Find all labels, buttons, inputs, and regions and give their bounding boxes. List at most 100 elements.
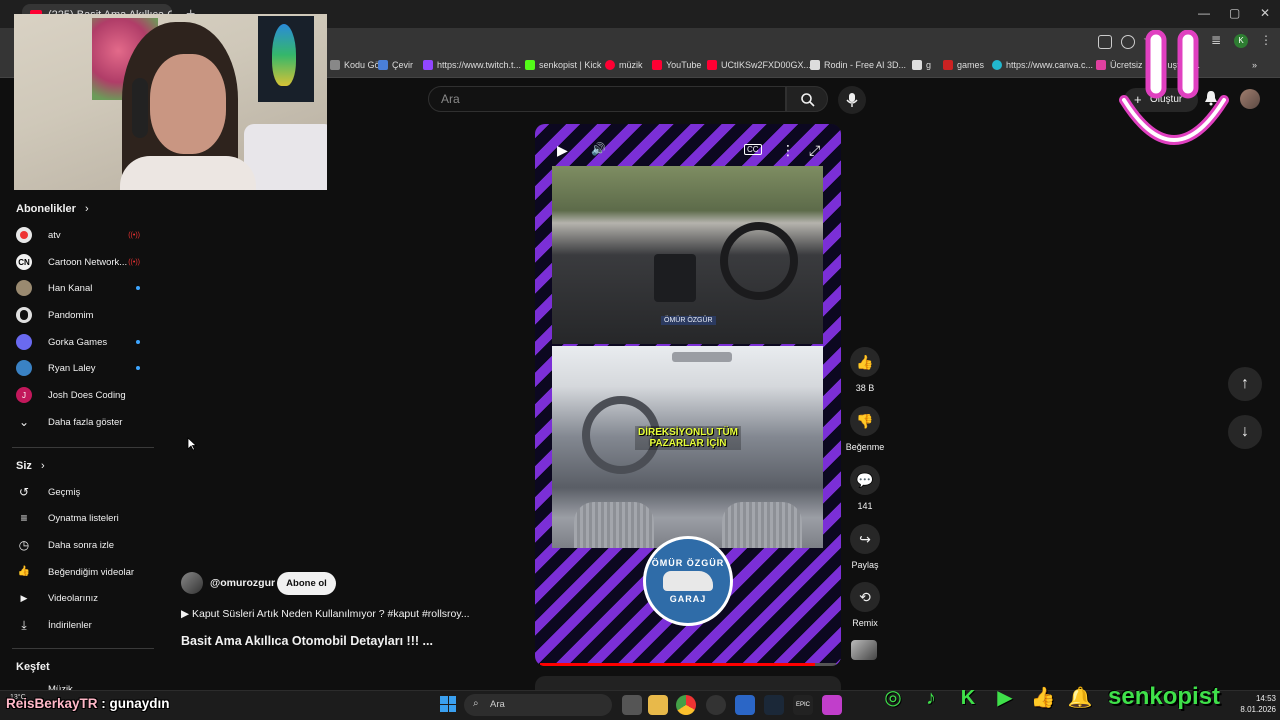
- dislike-button[interactable]: 👎 Beğenme: [835, 406, 895, 452]
- obs-icon[interactable]: [822, 695, 842, 715]
- playlists-icon: ≡: [20, 511, 28, 525]
- bookmarks-overflow-button[interactable]: »: [1252, 60, 1257, 70]
- play-button[interactable]: ▶: [557, 142, 568, 159]
- next-short-preview[interactable]: [535, 676, 841, 690]
- epic-games-icon[interactable]: EPIC: [793, 695, 813, 715]
- minimize-button[interactable]: —: [1198, 6, 1210, 20]
- explore-heading: Keşfet: [16, 661, 50, 673]
- bookmark-item[interactable]: games: [943, 60, 984, 70]
- streamer-brand-name: senkopist: [1108, 683, 1221, 710]
- logo-bottom-text: GARAJ: [669, 594, 707, 604]
- file-explorer-icon[interactable]: [648, 695, 668, 715]
- related-video-link[interactable]: ▶ Kaput Süsleri Artık Neden Kullanılmıyo…: [181, 608, 470, 620]
- watch-later-icon: ◷: [18, 538, 30, 552]
- bookmark-favicon-icon: [810, 60, 820, 70]
- windows-start-icon[interactable]: [440, 696, 456, 712]
- bookmark-favicon-icon: [525, 60, 535, 70]
- bookmark-item[interactable]: senkopist | Kick: [525, 60, 601, 70]
- stream-pause-logo-icon: [1119, 30, 1229, 145]
- maximize-button[interactable]: ▢: [1229, 6, 1240, 20]
- sidebar-item-han-kanal[interactable]: Han Kanal: [16, 278, 140, 298]
- taskbar-search-input[interactable]: ⌕ Ara: [464, 694, 612, 716]
- sidebar-item-liked-videos[interactable]: 👍 Beğendiğim videolar: [16, 562, 140, 582]
- share-icon: ↪: [850, 524, 880, 554]
- clock-time: 14:53: [1255, 694, 1276, 703]
- remix-button[interactable]: ⟲ Remix: [835, 582, 895, 628]
- close-window-button[interactable]: ✕: [1260, 6, 1270, 20]
- task-view-icon[interactable]: [622, 695, 642, 715]
- you-heading[interactable]: Siz ›: [16, 460, 45, 472]
- video-watermark-text: ÖMÜR ÖZGÜR: [661, 316, 716, 325]
- voice-search-button[interactable]: [838, 86, 866, 114]
- bookmark-item[interactable]: g: [912, 60, 931, 70]
- sidebar-item-your-videos[interactable]: ▶ Videolarınız: [16, 588, 140, 608]
- chat-text: : gunaydın: [97, 696, 170, 711]
- sidebar-item-ryan-laley[interactable]: Ryan Laley: [16, 358, 140, 378]
- chrome-icon[interactable]: [676, 695, 696, 715]
- comments-button[interactable]: 💬 141: [835, 465, 895, 511]
- your-videos-icon: ▶: [20, 593, 28, 603]
- show-more-button[interactable]: ⌄ Daha fazla göster: [16, 412, 140, 432]
- bookmark-item[interactable]: UCtIKSw2FXD00GX...: [707, 60, 811, 70]
- subscribe-button[interactable]: Abone ol: [277, 572, 336, 595]
- steam-icon[interactable]: [764, 695, 784, 715]
- sidebar-item-playlists[interactable]: ≡ Oynatma listeleri: [16, 508, 140, 528]
- sidebar-item-josh-does-coding[interactable]: J Josh Does Coding: [16, 385, 140, 405]
- sidebar-item-pandomim[interactable]: Pandomim: [16, 305, 140, 325]
- bookmark-favicon-icon: [1096, 60, 1106, 70]
- bookmark-item[interactable]: YouTube: [652, 60, 701, 70]
- chat-username: ReisBerkayTR: [6, 696, 98, 711]
- next-short-button[interactable]: ↓: [1228, 415, 1262, 449]
- bookmark-item[interactable]: müzik: [605, 60, 643, 70]
- subscriptions-heading[interactable]: Abonelikler ›: [16, 203, 89, 215]
- channel-handle[interactable]: @omurozgur: [210, 577, 275, 589]
- cast-icon[interactable]: [1098, 35, 1112, 49]
- share-button[interactable]: ↪ Paylaş: [835, 524, 895, 570]
- system-clock[interactable]: 14:53 8.01.2026: [1232, 693, 1276, 715]
- sidebar-item-downloads[interactable]: ⤓ İndirilenler: [16, 615, 140, 635]
- profile-avatar[interactable]: K: [1234, 34, 1248, 48]
- bookmark-favicon-icon: [378, 60, 388, 70]
- like-button[interactable]: 👍 38 B: [835, 347, 895, 393]
- fullscreen-button[interactable]: ⤢: [809, 142, 820, 159]
- car-emblem-icon: [663, 571, 713, 591]
- search-input[interactable]: Ara: [428, 86, 786, 112]
- channel-avatar[interactable]: [181, 572, 203, 594]
- sidebar-item-atv[interactable]: atv ((•)): [16, 225, 140, 245]
- store-icon[interactable]: [735, 695, 755, 715]
- sound-thumbnail[interactable]: [851, 640, 877, 660]
- sidebar-item-cartoon-network[interactable]: CN Cartoon Network... ((•)): [16, 252, 140, 272]
- stream-chat-message: ReisBerkayTR : gunaydın: [6, 696, 170, 711]
- comment-count: 141: [857, 501, 873, 511]
- browser-menu-icon[interactable]: ⋮: [1260, 33, 1272, 47]
- rearview-mirror: [672, 352, 732, 362]
- search-button[interactable]: [786, 86, 828, 112]
- mouse-cursor-icon: [187, 437, 197, 451]
- sidebar-item-gorka-games[interactable]: Gorka Games: [16, 332, 140, 352]
- bookmark-favicon-icon: [992, 60, 1002, 70]
- bookmark-item[interactable]: https://www.canva.c...: [992, 60, 1093, 70]
- search-icon: ⌕: [473, 698, 479, 709]
- more-options-button[interactable]: ⋮: [781, 142, 795, 159]
- chevron-down-icon: ⌄: [18, 415, 30, 429]
- channel-avatar-atv: [16, 227, 32, 243]
- volume-button[interactable]: 🔊: [591, 142, 606, 156]
- bookmark-item[interactable]: Çevir: [378, 60, 413, 70]
- share-label: Paylaş: [851, 560, 879, 570]
- chevron-right-icon: ›: [84, 203, 89, 215]
- sidebar-item-history[interactable]: ↺ Geçmiş: [16, 482, 140, 502]
- progress-bar-fill: [540, 663, 815, 666]
- instagram-icon: ◎: [884, 687, 902, 709]
- sidebar-item-watch-later[interactable]: ◷ Daha sonra izle: [16, 535, 140, 555]
- bookmark-item[interactable]: https://www.twitch.t...: [423, 60, 521, 70]
- captions-button[interactable]: CC: [744, 144, 762, 155]
- previous-short-button[interactable]: ↑: [1228, 367, 1262, 401]
- logo-top-text: ÖMÜR ÖZGÜR: [651, 558, 725, 568]
- account-avatar[interactable]: [1240, 89, 1260, 109]
- short-title[interactable]: Basit Ama Akıllıca Otomobil Detayları !!…: [181, 634, 433, 648]
- chevron-right-icon: ›: [40, 460, 45, 472]
- remix-label: Remix: [852, 618, 878, 628]
- bookmark-item[interactable]: Rodin - Free AI 3D...: [810, 60, 906, 70]
- app-icon[interactable]: [706, 695, 726, 715]
- shorts-player[interactable]: ÖMÜR ÖZGÜR DİREKSİYONLU TÜM PAZARLAR İÇİ…: [535, 124, 841, 666]
